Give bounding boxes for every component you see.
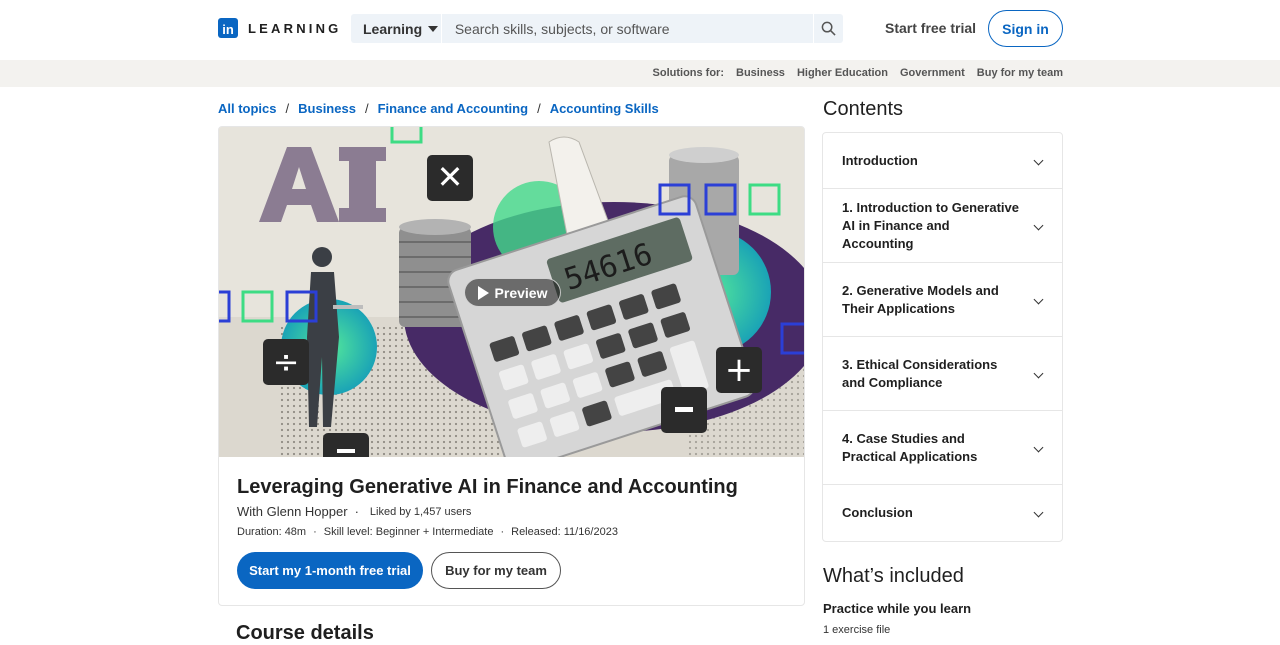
chevron-down-icon [1033, 507, 1044, 518]
chevron-down-icon [1033, 155, 1044, 165]
course-thumbnail[interactable]: 54616 ✕ ÷ + Preview [219, 127, 804, 457]
top-header: in LEARNING Learning Start free trial Si… [0, 0, 1280, 60]
chapter-4[interactable]: 4. Case Studies and Practical Applicatio… [823, 411, 1062, 485]
svg-text:+: + [725, 350, 754, 390]
course-title: Leveraging Generative AI in Finance and … [237, 476, 738, 498]
chapter-label: Conclusion [842, 505, 913, 520]
breadcrumb-separator: / [364, 101, 369, 116]
svg-text:÷: ÷ [273, 343, 300, 381]
solutions-label: Solutions for: [652, 67, 725, 79]
search-bar: Learning [351, 14, 843, 43]
start-free-trial-link[interactable]: Start free trial [885, 20, 976, 36]
solutions-link-government[interactable]: Government [900, 67, 965, 79]
start-free-trial-button[interactable]: Start my 1-month free trial [237, 552, 423, 589]
chevron-down-icon [1033, 442, 1044, 452]
logo-text: LEARNING [248, 20, 342, 36]
course-meta-row: Duration: 48m · Skill level: Beginner + … [237, 526, 618, 538]
course-author-row: With Glenn Hopper · Liked by 1,457 users [237, 504, 471, 519]
chapter-label: 1. Introduction to Generative AI in Fina… [842, 199, 1019, 251]
svg-text:✕: ✕ [437, 158, 464, 196]
course-card: 54616 ✕ ÷ + Preview Leveraging Generativ… [218, 126, 805, 606]
search-icon [821, 21, 836, 36]
caret-down-icon [428, 25, 439, 32]
practice-label: Practice while you learn [823, 601, 972, 616]
exercise-file-count: 1 exercise file [823, 624, 891, 636]
course-details-heading: Course details [236, 622, 374, 644]
chapter-label: 2. Generative Models and Their Applicati… [842, 282, 999, 316]
chevron-down-icon [1033, 368, 1044, 378]
course-skill-level: Skill level: Beginner + Intermediate [323, 526, 494, 538]
whats-included-heading: What’s included [823, 565, 964, 587]
course-likes: Liked by 1,457 users [369, 505, 472, 518]
solutions-bar: Solutions for: Business Higher Education… [0, 60, 1280, 87]
solutions-link-higher-education[interactable]: Higher Education [797, 67, 888, 79]
preview-button[interactable]: Preview [464, 278, 561, 307]
search-input[interactable] [440, 14, 814, 43]
contents-heading: Contents [823, 98, 904, 120]
search-button[interactable] [813, 14, 843, 43]
linkedin-learning-logo[interactable]: in LEARNING [218, 18, 342, 38]
breadcrumb-separator: / [285, 101, 290, 116]
play-icon [477, 285, 489, 300]
solutions-link-business[interactable]: Business [736, 67, 785, 79]
course-release-date: Released: 11/16/2023 [511, 526, 618, 538]
breadcrumb-finance-accounting[interactable]: Finance and Accounting [378, 101, 528, 116]
chapter-label: 3. Ethical Considerations and Compliance [842, 356, 998, 390]
chevron-down-icon [1033, 294, 1044, 304]
breadcrumb-accounting-skills[interactable]: Accounting Skills [550, 101, 659, 116]
chapter-3[interactable]: 3. Ethical Considerations and Compliance [823, 337, 1062, 411]
contents-list: Introduction 1. Introduction to Generati… [822, 132, 1063, 542]
linkedin-logo-icon: in [218, 18, 238, 38]
breadcrumb-separator: / [537, 101, 541, 116]
search-category-dropdown[interactable]: Learning [351, 14, 441, 43]
buy-for-team-button[interactable]: Buy for my team [431, 552, 561, 589]
breadcrumb: All topics / Business / Finance and Acco… [218, 101, 659, 116]
course-author[interactable]: With Glenn Hopper [237, 504, 348, 519]
chapter-1[interactable]: 1. Introduction to Generative AI in Fina… [823, 189, 1062, 263]
chapter-2[interactable]: 2. Generative Models and Their Applicati… [823, 263, 1062, 337]
preview-label: Preview [494, 284, 548, 301]
chapter-label: 4. Case Studies and Practical Applicatio… [842, 430, 978, 464]
course-duration: Duration: 48m [237, 526, 307, 538]
meta-separator: · [500, 526, 505, 538]
chapter-label: Introduction [842, 152, 918, 168]
chevron-down-icon [1033, 220, 1044, 230]
search-category-label: Learning [363, 20, 423, 37]
breadcrumb-business[interactable]: Business [298, 101, 356, 116]
chapter-conclusion[interactable]: Conclusion [823, 485, 1062, 541]
breadcrumb-all-topics[interactable]: All topics [218, 101, 277, 116]
meta-separator: · [354, 504, 359, 519]
meta-separator: · [313, 526, 317, 538]
solutions-link-buy-for-team[interactable]: Buy for my team [977, 67, 1063, 79]
sign-in-button[interactable]: Sign in [988, 10, 1063, 47]
chapter-introduction[interactable]: Introduction [823, 133, 1062, 189]
